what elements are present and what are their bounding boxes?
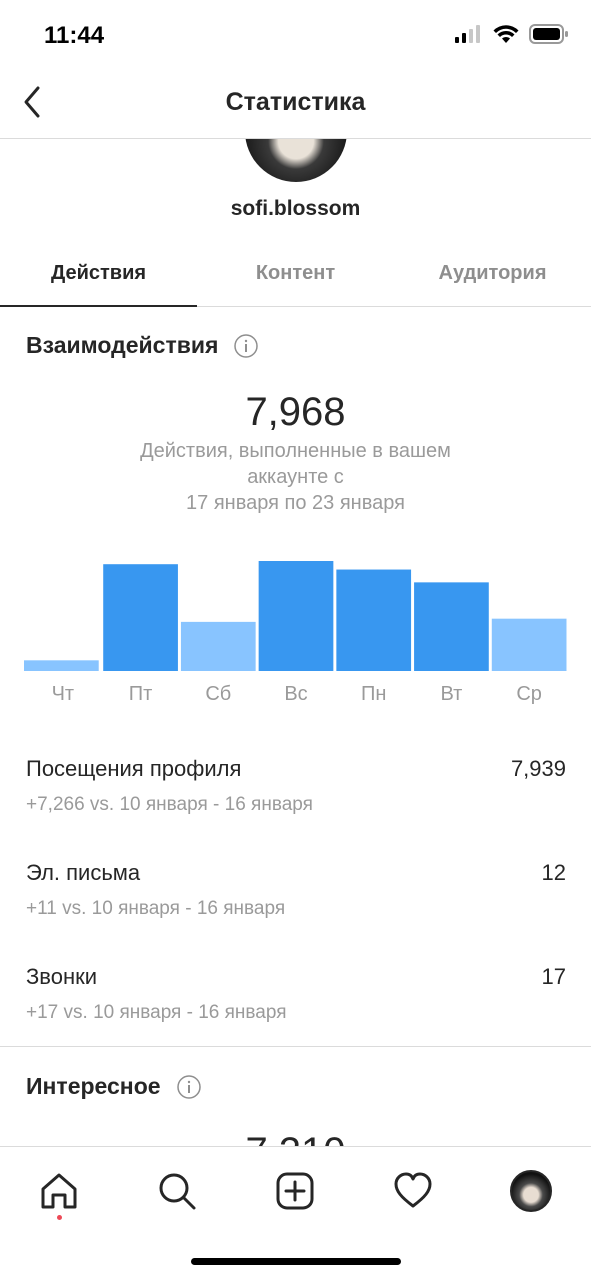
- home-icon-svg: [41, 1173, 77, 1209]
- chart-bar[interactable]: [336, 569, 412, 671]
- profile-avatar: [510, 1170, 552, 1212]
- metric-delta: +7,266 vs. 10 января - 16 января: [26, 794, 313, 815]
- tab-audience[interactable]: Аудитория: [394, 240, 591, 306]
- interactions-total: 7,968: [245, 390, 346, 434]
- add-post-icon[interactable]: [271, 1167, 319, 1215]
- chart-tick-label: Сб: [205, 683, 231, 705]
- chart-tick-label: Вс: [284, 683, 307, 705]
- chart-bar[interactable]: [24, 660, 99, 671]
- status-bar: 11:44: [0, 0, 591, 66]
- chart-tick-label: Ср: [516, 683, 542, 705]
- chart-tick-label: Пт: [129, 683, 153, 705]
- home-indicator: [191, 1258, 401, 1265]
- add-post-icon-svg: [276, 1172, 314, 1210]
- discovery-total: 7,210: [0, 1124, 591, 1148]
- tab-content[interactable]: Контент: [197, 240, 394, 306]
- metric-value: 17: [541, 964, 566, 989]
- metric-label: Посещения профиля: [26, 756, 242, 781]
- chart-bar[interactable]: [491, 618, 567, 671]
- interactions-section-title: Взаимодействия: [26, 332, 259, 359]
- cellular-signal-icon: [455, 25, 480, 43]
- metric-label: Звонки: [26, 964, 98, 989]
- heart-icon-svg: [394, 1172, 432, 1208]
- metric-delta: +17 vs. 10 января - 16 января: [26, 1002, 287, 1023]
- chart-tick-label: Вт: [441, 683, 463, 705]
- description-line-1: Действия, выполненные в вашем: [140, 440, 451, 462]
- profile-username: sofi.blossom: [230, 197, 361, 220]
- chart-bar[interactable]: [180, 621, 256, 671]
- discovery-section-title: Интересное: [26, 1073, 201, 1100]
- description-line-3: 17 января по 23 января: [186, 492, 405, 514]
- home-icon[interactable]: [35, 1167, 83, 1215]
- notification-dot: [57, 1215, 62, 1220]
- chart-tick-label: Пн: [361, 683, 386, 705]
- battery-icon: [529, 24, 568, 44]
- search-icon-svg: [159, 1173, 196, 1210]
- metric-delta: +11 vs. 10 января - 16 января: [26, 898, 286, 919]
- interactions-title: Взаимодействия: [26, 332, 219, 358]
- heart-icon[interactable]: [389, 1167, 437, 1215]
- insights-tabs: Действия Контент Аудитория: [0, 240, 591, 307]
- page-title: Статистика: [225, 88, 366, 116]
- status-time: 11:44: [44, 22, 105, 49]
- metric-label: Эл. письма: [26, 860, 141, 885]
- info-icon[interactable]: [176, 1074, 201, 1099]
- interactions-bar-chart: Чт Пт Сб Вс Пн Вт Ср: [24, 540, 568, 715]
- chart-bar[interactable]: [414, 582, 489, 671]
- description-line-2: аккаунте с: [247, 466, 344, 488]
- metric-value: 12: [541, 860, 566, 885]
- status-icons: [455, 24, 569, 44]
- interactions-description: Действия, выполненные в вашем аккаунте с…: [110, 438, 481, 516]
- profile-tab[interactable]: [507, 1167, 555, 1215]
- info-icon[interactable]: [234, 333, 259, 358]
- wifi-icon: [493, 24, 519, 43]
- tab-activity[interactable]: Действия: [0, 240, 197, 307]
- chart-bar[interactable]: [258, 561, 334, 671]
- chart-tick-label: Чт: [52, 683, 75, 705]
- chart-bar[interactable]: [103, 564, 178, 671]
- chart-svg: Чт Пт Сб Вс Пн Вт Ср: [24, 561, 567, 705]
- metric-value: 7,939: [510, 756, 566, 781]
- discovery-title: Интересное: [26, 1073, 161, 1099]
- section-divider: [0, 1046, 591, 1047]
- search-icon[interactable]: [153, 1167, 201, 1215]
- nav-header: Статистика: [0, 66, 591, 139]
